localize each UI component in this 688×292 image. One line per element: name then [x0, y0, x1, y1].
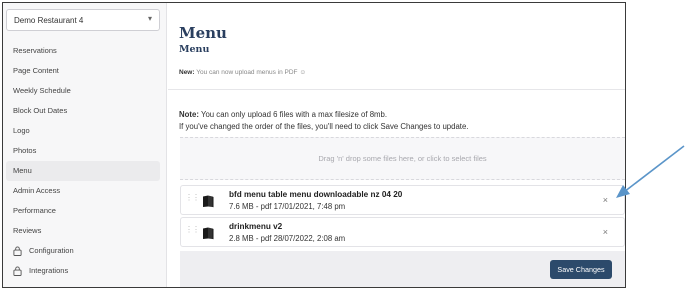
sidebar: Demo Restaurant 4 ▾ Reservations Page Co…	[3, 3, 167, 287]
sidebar-item-admin-access[interactable]: Admin Access	[6, 181, 160, 201]
new-notice-label: New:	[179, 69, 195, 76]
sidebar-item-label: Configuration	[29, 246, 74, 255]
annotation-arrow-icon	[616, 145, 685, 198]
book-icon	[203, 195, 214, 208]
sidebar-item-block-out-dates[interactable]: Block Out Dates	[6, 101, 160, 121]
chevron-down-icon: ▾	[147, 14, 152, 23]
file-row[interactable]: ⋮⋮ drinkmenu v2 2.8 MB - pdf 28/07/2022,…	[180, 217, 625, 247]
sidebar-item-label: Photos	[13, 146, 37, 155]
sidebar-item-logo[interactable]: Logo	[6, 121, 160, 141]
sidebar-item-performance[interactable]: Performance	[6, 201, 160, 221]
save-changes-button[interactable]: Save Changes	[550, 260, 612, 279]
page-subtitle: Menu	[179, 44, 210, 55]
file-row[interactable]: ⋮⋮ bfd menu table menu downloadable nz 0…	[180, 185, 625, 215]
sidebar-item-photos[interactable]: Photos	[6, 141, 160, 161]
drag-handle-icon[interactable]: ⋮⋮	[185, 226, 200, 238]
file-meta: 7.6 MB - pdf 17/01/2021, 7:48 pm	[229, 202, 346, 211]
main-content: Menu Menu New: You can now upload menus …	[168, 3, 625, 287]
remove-file-button[interactable]: ×	[603, 195, 608, 205]
sidebar-item-label: Menu	[13, 166, 32, 175]
footer-bar: Save Changes	[180, 251, 625, 287]
note-line-2: If you've changed the order of the files…	[179, 122, 469, 131]
sidebar-item-reviews[interactable]: Reviews	[6, 221, 160, 241]
sidebar-item-menu[interactable]: Menu	[6, 161, 160, 181]
app-window: Demo Restaurant 4 ▾ Reservations Page Co…	[2, 2, 626, 288]
sidebar-item-label: Logo	[13, 126, 30, 135]
drag-handle-icon[interactable]: ⋮⋮	[185, 194, 200, 206]
sidebar-nav: Reservations Page Content Weekly Schedul…	[6, 41, 160, 281]
file-meta: 2.8 MB - pdf 28/07/2022, 2:08 am	[229, 234, 346, 243]
sidebar-item-integrations[interactable]: Integrations	[6, 261, 160, 281]
divider	[168, 89, 625, 90]
sidebar-item-label: Page Content	[13, 66, 59, 75]
note-line-1: You can only upload 6 files with a max f…	[200, 110, 388, 119]
book-icon	[203, 227, 214, 240]
sidebar-item-label: Weekly Schedule	[13, 86, 71, 95]
sidebar-item-weekly-schedule[interactable]: Weekly Schedule	[6, 81, 160, 101]
new-notice-text: You can now upload menus in PDF ☺	[196, 69, 306, 76]
restaurant-select[interactable]: Demo Restaurant 4 ▾	[6, 9, 160, 31]
lock-icon	[13, 246, 22, 256]
sidebar-item-label: Reviews	[13, 226, 42, 235]
file-name: drinkmenu v2	[229, 222, 283, 231]
page-title: Menu	[179, 24, 227, 42]
remove-file-button[interactable]: ×	[603, 227, 608, 237]
note-label: Note:	[179, 110, 199, 119]
sidebar-item-label: Reservations	[13, 46, 57, 55]
sidebar-item-label: Integrations	[29, 266, 69, 275]
sidebar-item-label: Admin Access	[13, 186, 61, 195]
new-feature-notice: New: You can now upload menus in PDF ☺	[179, 69, 306, 76]
file-list: ⋮⋮ bfd menu table menu downloadable nz 0…	[180, 185, 625, 249]
dropzone-text: Drag 'n' drop some files here, or click …	[318, 154, 487, 163]
restaurant-select-value: Demo Restaurant 4	[14, 16, 84, 25]
sidebar-item-page-content[interactable]: Page Content	[6, 61, 160, 81]
lock-icon	[13, 266, 22, 276]
upload-note: Note: You can only upload 6 files with a…	[179, 109, 468, 133]
file-name: bfd menu table menu downloadable nz 04 2…	[229, 190, 403, 199]
sidebar-item-configuration[interactable]: Configuration	[6, 241, 160, 261]
sidebar-item-label: Performance	[13, 206, 56, 215]
file-dropzone[interactable]: Drag 'n' drop some files here, or click …	[180, 137, 625, 180]
sidebar-item-label: Block Out Dates	[13, 106, 68, 115]
sidebar-item-reservations[interactable]: Reservations	[6, 41, 160, 61]
